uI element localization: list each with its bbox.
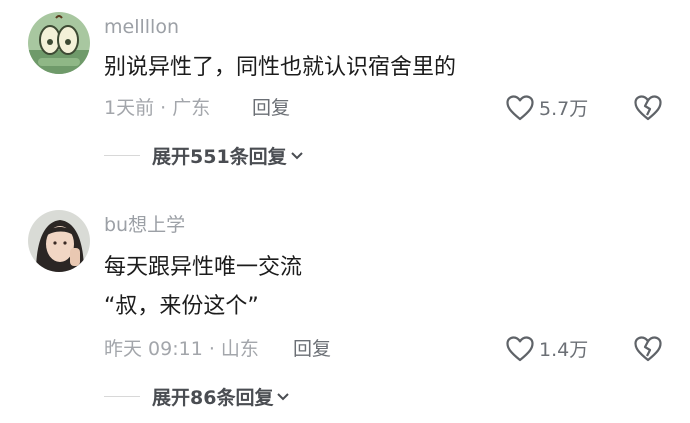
like-count: 1.4万 <box>539 339 589 361</box>
like-button[interactable]: 1.4万 <box>506 335 588 362</box>
username[interactable]: bu想上学 <box>104 213 185 237</box>
like-button[interactable]: 5.7万 <box>506 94 588 121</box>
comment-text-line: “叔，来份这个” <box>104 294 259 319</box>
comment-time: 1天前 <box>104 97 155 119</box>
chevron-down-icon <box>290 151 303 159</box>
heart-outline-icon <box>506 94 534 120</box>
dislike-button[interactable] <box>634 95 662 125</box>
comment-meta: 昨天 09:11 · 山东 <box>104 337 259 361</box>
comment-text-line: 每天跟异性唯一交流 <box>104 255 303 280</box>
like-count: 5.7万 <box>539 98 589 120</box>
cartoon-apple-avatar-icon <box>28 12 90 74</box>
username[interactable]: mellllon <box>104 15 179 39</box>
reply-button[interactable]: 回复 <box>293 337 331 361</box>
meta-separator: · <box>202 338 221 360</box>
broken-heart-icon <box>634 336 662 362</box>
comment-text: 别说异性了，同性也就认识宿舍里的 <box>104 55 457 80</box>
expand-replies-label: 展开551条回复 <box>152 146 287 168</box>
expand-replies-button[interactable]: 展开86条回复 <box>104 383 290 410</box>
avatar[interactable] <box>28 210 90 272</box>
avatar[interactable] <box>28 12 90 74</box>
comment-location: 广东 <box>172 97 211 119</box>
expand-replies-label: 展开86条回复 <box>152 387 274 409</box>
comment-location: 山东 <box>220 338 259 360</box>
divider-line <box>104 396 140 397</box>
portrait-photo-avatar-icon <box>28 210 90 272</box>
heart-outline-icon <box>506 335 534 361</box>
meta-separator: · <box>154 97 173 119</box>
chevron-down-icon <box>277 392 290 400</box>
comment-time: 昨天 09:11 <box>104 338 203 360</box>
expand-replies-button[interactable]: 展开551条回复 <box>104 142 304 169</box>
comment-meta: 1天前 · 广东 <box>104 96 210 120</box>
reply-button[interactable]: 回复 <box>252 96 290 120</box>
divider-line <box>104 155 140 156</box>
broken-heart-icon <box>634 95 662 121</box>
dislike-button[interactable] <box>634 336 662 366</box>
